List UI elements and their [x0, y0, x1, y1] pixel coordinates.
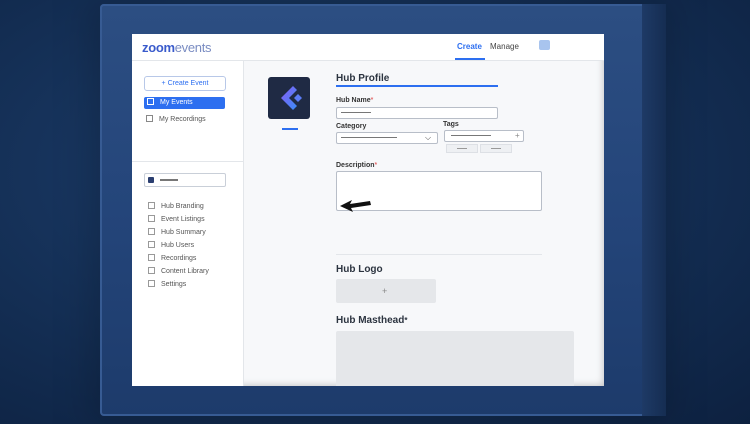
pointer-arrow-icon	[340, 200, 371, 212]
sidebar-item-label: Hub Branding	[161, 203, 204, 210]
sidebar-item-label: Hub Users	[161, 242, 195, 249]
sidebar-item-event-listings[interactable]: Event Listings	[148, 214, 205, 225]
monitor-frame-side	[642, 4, 666, 416]
tags-input[interactable]: +	[444, 130, 524, 142]
hub-logo-preview[interactable]	[268, 77, 310, 119]
create-event-button[interactable]: + Create Event	[144, 76, 226, 91]
sidebar-item-label: Content Library	[161, 268, 209, 275]
sidebar-item-my-recordings[interactable]: My Recordings	[146, 114, 206, 126]
hub-profile-title: Hub Profile	[336, 73, 390, 84]
zoom-events-logo[interactable]: zoomevents	[142, 40, 212, 55]
chevron-down-icon: ⌵	[425, 133, 432, 142]
hub-avatar-icon	[148, 177, 154, 183]
nav-create-tab[interactable]: Create	[457, 42, 482, 51]
sidebar-item-recordings[interactable]: Recordings	[148, 253, 197, 264]
top-bar: zoomevents Create Manage	[132, 34, 604, 61]
recording-icon	[146, 114, 153, 122]
hub-masthead-title: Hub Masthead*	[336, 315, 407, 326]
sidebar-item-hub-users[interactable]: Hub Users	[148, 240, 195, 251]
hub-masthead-title-text: Hub Masthead	[336, 315, 405, 326]
description-label-text: Description	[336, 162, 375, 169]
sidebar-item-settings[interactable]: Settings	[148, 279, 187, 290]
users-icon	[148, 240, 155, 248]
upload-plus-icon: +	[382, 286, 388, 296]
listings-icon	[148, 214, 155, 222]
avatar[interactable]	[539, 40, 550, 50]
tag-chip-text	[457, 148, 467, 149]
category-value	[341, 137, 397, 138]
hub-masthead-upload[interactable]	[336, 331, 574, 386]
library-icon	[148, 266, 155, 274]
nav-manage-tab[interactable]: Manage	[490, 42, 519, 51]
summary-icon	[148, 227, 155, 235]
category-select[interactable]: ⌵	[336, 132, 438, 144]
tags-value	[451, 135, 491, 136]
sidebar-item-my-events[interactable]: My Events	[144, 97, 225, 109]
sidebar: + Create Event My Events My Recordings H…	[132, 61, 244, 386]
sidebar-item-label: Settings	[161, 281, 187, 288]
hub-profile-underline	[336, 85, 498, 87]
hub-logo-upload[interactable]: +	[336, 279, 436, 303]
required-mark: *	[404, 316, 408, 325]
sidebar-item-label: Event Listings	[161, 216, 205, 223]
screen: zoomevents Create Manage + Create Event …	[132, 34, 604, 386]
required-mark: *	[374, 162, 378, 169]
hub-selector[interactable]	[144, 173, 226, 187]
sidebar-item-label: Recordings	[161, 255, 197, 262]
hub-name-value	[341, 112, 371, 113]
required-mark: *	[370, 97, 374, 104]
hub-name-placeholder	[160, 179, 178, 181]
sidebar-item-content-library[interactable]: Content Library	[148, 266, 209, 277]
recording-icon	[148, 253, 155, 261]
nav-active-indicator	[455, 58, 485, 60]
hub-name-label-text: Hub Name	[336, 97, 371, 104]
sidebar-divider	[132, 161, 243, 162]
main-content: Hub Profile Hub Name* Category ⌵ Tags + …	[244, 61, 604, 386]
double-chevron-logo-icon	[281, 86, 302, 110]
section-divider	[336, 254, 542, 255]
hub-logo-underline	[282, 128, 298, 130]
description-label: Description*	[336, 162, 377, 169]
hub-name-label: Hub Name*	[336, 97, 373, 104]
calendar-icon	[147, 97, 154, 105]
sidebar-item-hub-summary[interactable]: Hub Summary	[148, 227, 206, 238]
hub-name-input[interactable]	[336, 107, 498, 119]
sidebar-item-label: My Recordings	[159, 116, 206, 123]
sidebar-item-label: Hub Summary	[161, 229, 206, 236]
logo-primary: zoom	[142, 40, 175, 55]
tag-chip[interactable]	[446, 144, 478, 153]
hub-logo-title: Hub Logo	[336, 264, 383, 275]
branding-icon	[148, 201, 155, 209]
logo-secondary: events	[174, 40, 212, 55]
sidebar-item-hub-branding[interactable]: Hub Branding	[148, 201, 204, 212]
add-tag-icon: +	[515, 131, 520, 140]
tags-label: Tags	[443, 121, 459, 128]
sidebar-item-label: My Events	[160, 99, 193, 106]
tag-chip-text	[491, 148, 501, 149]
gear-icon	[148, 279, 155, 287]
tag-chip[interactable]	[480, 144, 512, 153]
category-label: Category	[336, 123, 367, 130]
